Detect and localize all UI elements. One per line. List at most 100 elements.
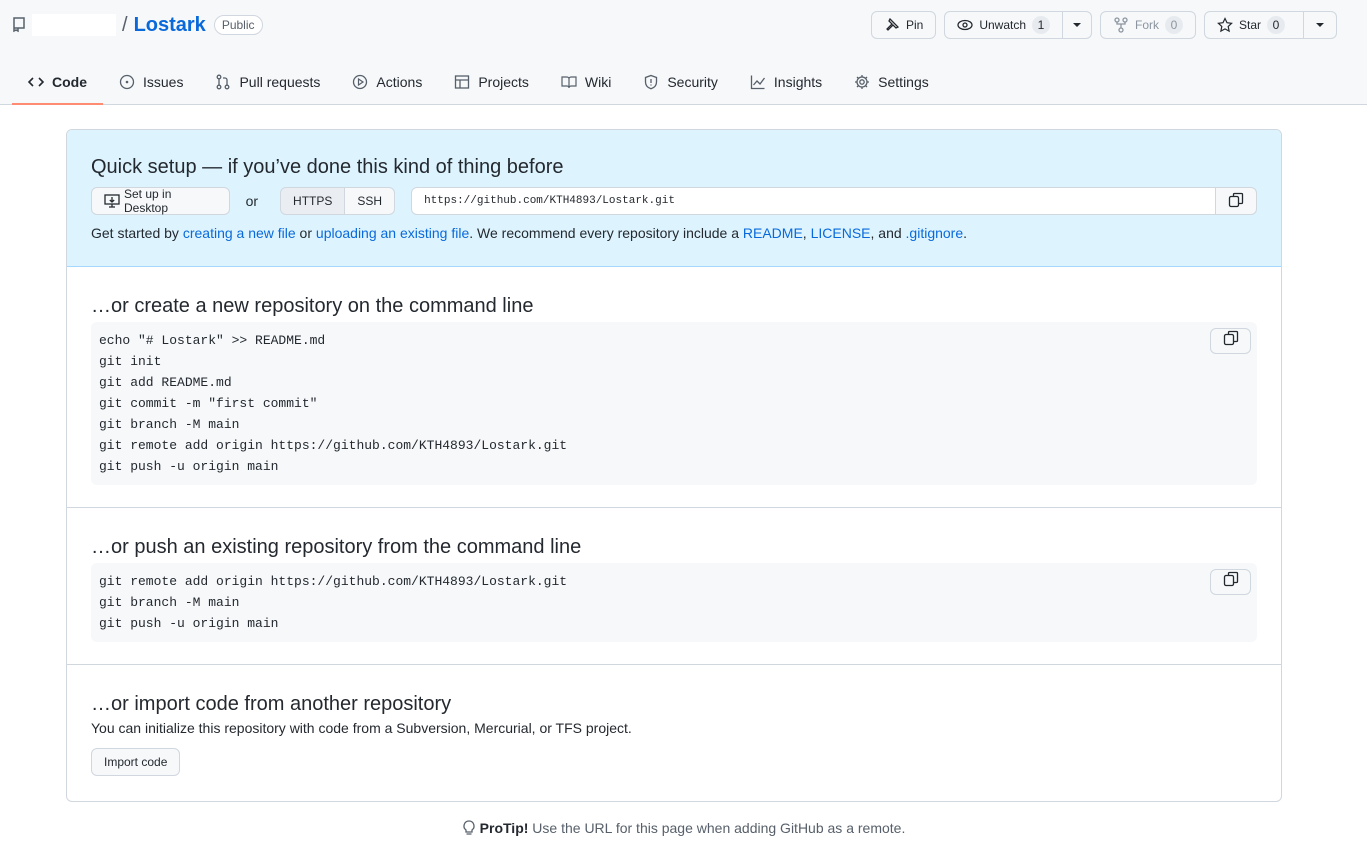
unwatch-label: Unwatch (979, 18, 1026, 32)
import-code-button[interactable]: Import code (91, 748, 181, 776)
tab-actions[interactable]: Actions (336, 60, 438, 103)
code-line: echo "# Lostark" >> README.md (99, 333, 326, 348)
get-started-text: Get started by creating a new file or up… (91, 225, 1257, 241)
or-label: or (245, 193, 259, 209)
owner-name[interactable] (32, 14, 116, 36)
quick-setup-section: Quick setup — if you’ve done this kind o… (67, 130, 1281, 267)
fork-button[interactable]: Fork 0 (1100, 11, 1196, 39)
protip-text: Use the URL for this page when adding Gi… (528, 820, 906, 836)
repo-title: / Lostark Public (12, 12, 263, 38)
code-line: git remote add origin https://github.com… (99, 438, 568, 453)
clone-url-input[interactable]: https://github.com/KTH4893/Lostark.git (411, 187, 1216, 215)
star-dropdown-button[interactable] (1304, 11, 1337, 39)
chevron-down-icon (1316, 23, 1324, 27)
code-line: git init (99, 354, 162, 369)
tab-wiki[interactable]: Wiki (545, 60, 627, 103)
chevron-down-icon (1073, 23, 1081, 27)
path-separator: / (122, 13, 128, 36)
license-link[interactable]: LICENSE (811, 225, 871, 241)
gitignore-link[interactable]: .gitignore (906, 225, 964, 241)
readme-link[interactable]: README (743, 225, 803, 241)
visibility-badge: Public (213, 15, 263, 35)
issue-icon (119, 74, 135, 90)
star-count: 0 (1267, 16, 1286, 34)
watch-group: Unwatch 1 (944, 11, 1092, 39)
get-started-mid2: . We recommend every repository include … (469, 225, 743, 241)
push-existing-title: …or push an existing repository from the… (91, 536, 582, 558)
tab-issues[interactable]: Issues (103, 60, 199, 103)
code-line: git branch -M main (99, 417, 240, 432)
tab-label: Security (667, 73, 718, 90)
desktop-download-icon (104, 193, 120, 209)
tab-pull-requests[interactable]: Pull requests (199, 60, 336, 103)
table-icon (454, 74, 470, 90)
gear-icon (854, 74, 870, 90)
setup-desktop-label: Set up in Desktop (124, 187, 172, 215)
unwatch-button[interactable]: Unwatch 1 (944, 11, 1063, 39)
setup-box: Quick setup — if you’ve done this kind o… (66, 129, 1282, 802)
tab-security[interactable]: Security (627, 60, 734, 103)
shield-icon (643, 74, 659, 90)
protip: ProTip! Use the URL for this page when a… (0, 820, 1367, 839)
code-line: git remote add origin https://github.com… (99, 574, 568, 589)
repo-icon (12, 17, 26, 33)
repo-header: / Lostark Public Pin Unwatch 1 Fork 0 St… (0, 0, 1367, 105)
new-repo-section: …or create a new repository on the comma… (67, 267, 1281, 508)
https-button[interactable]: HTTPS (280, 187, 346, 215)
get-started-and: , and (870, 225, 906, 241)
code-line: git push -u origin main (99, 459, 279, 474)
tab-label: Pull requests (239, 73, 321, 90)
lightbulb-icon (462, 820, 476, 839)
quick-setup-row: Set up in Desktop or HTTPS SSH https://g… (91, 187, 1257, 215)
tab-insights[interactable]: Insights (734, 60, 838, 103)
push-existing-code-block: git remote add origin https://github.com… (91, 563, 1257, 642)
upload-file-link[interactable]: uploading an existing file (316, 225, 469, 241)
protip-label: ProTip! (479, 820, 529, 836)
copy-url-button[interactable] (1216, 187, 1257, 215)
book-icon (561, 74, 577, 90)
ssh-button[interactable]: SSH (345, 187, 396, 215)
code-line: git branch -M main (99, 595, 240, 610)
copy-push-existing-button[interactable] (1210, 569, 1251, 595)
star-group: Star 0 (1204, 11, 1337, 39)
graph-icon (750, 74, 766, 90)
get-started-suffix: . (963, 225, 968, 241)
pull-request-icon (215, 74, 231, 90)
get-started-comma: , (802, 225, 811, 241)
clone-url-group: https://github.com/KTH4893/Lostark.git (411, 187, 1257, 215)
fork-count: 0 (1165, 16, 1183, 34)
play-icon (352, 74, 368, 90)
pin-label: Pin (905, 18, 924, 32)
repo-actions: Pin Unwatch 1 Fork 0 Star 0 (870, 11, 1337, 39)
repo-name-link[interactable]: Lostark (134, 14, 206, 37)
copy-new-repo-button[interactable] (1210, 328, 1251, 354)
star-label: Star (1239, 18, 1262, 32)
copy-icon (1223, 571, 1239, 594)
watch-count: 1 (1032, 16, 1050, 34)
pin-icon (884, 17, 900, 33)
code-line: git push -u origin main (99, 616, 279, 631)
star-button[interactable]: Star 0 (1204, 11, 1304, 39)
setup-desktop-button[interactable]: Set up in Desktop (91, 187, 230, 215)
code-line: git add README.md (99, 375, 232, 390)
new-repo-code-block: echo "# Lostark" >> README.md git init g… (91, 322, 1257, 485)
import-section: …or import code from another repository … (67, 665, 1281, 776)
tab-projects[interactable]: Projects (438, 60, 545, 103)
create-file-link[interactable]: creating a new file (183, 225, 296, 241)
new-repo-title: …or create a new repository on the comma… (91, 295, 534, 317)
pin-button[interactable]: Pin (870, 11, 937, 39)
protocol-toggle: HTTPS SSH (280, 187, 396, 215)
tab-code[interactable]: Code (12, 60, 103, 105)
push-existing-section: …or push an existing repository from the… (67, 508, 1281, 665)
tab-settings[interactable]: Settings (838, 60, 945, 103)
fork-label: Fork (1135, 18, 1159, 32)
import-title: …or import code from another repository (91, 693, 452, 715)
watch-dropdown-button[interactable] (1063, 11, 1092, 39)
star-icon (1217, 17, 1233, 33)
copy-icon (1223, 330, 1239, 353)
code-line: git commit -m "first commit" (99, 396, 318, 411)
tab-label: Wiki (584, 73, 612, 90)
tab-label: Issues (143, 73, 184, 90)
copy-icon (1228, 192, 1244, 211)
tab-label: Insights (773, 73, 823, 90)
